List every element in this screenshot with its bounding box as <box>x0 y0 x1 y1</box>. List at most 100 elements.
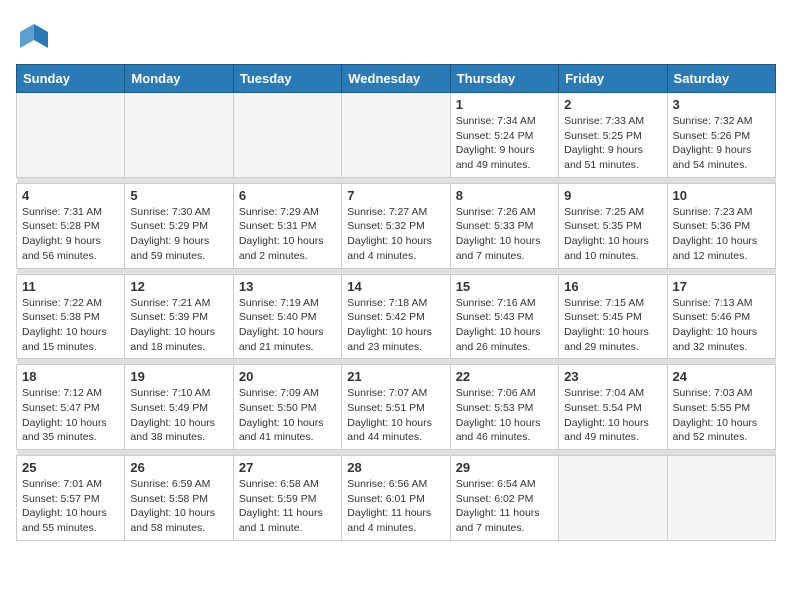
day-number: 20 <box>239 369 336 384</box>
calendar-cell: 5Sunrise: 7:30 AM Sunset: 5:29 PM Daylig… <box>125 183 233 268</box>
calendar-cell: 12 Sunrise: 7:21 AM Sunset: 5:39 PM Dayli… <box>125 274 233 359</box>
calendar-header-saturday: Saturday <box>667 65 775 93</box>
calendar-row-2: 11Sunrise: 7:22 AM Sunset: 5:38 PM Dayli… <box>17 274 776 359</box>
day-detail: Sunrise: 7:25 AM Sunset: 5:35 PM Dayligh… <box>564 205 661 264</box>
calendar-header-row: SundayMondayTuesdayWednesdayThursdayFrid… <box>17 65 776 93</box>
logo-icon <box>16 20 52 56</box>
day-number: 7 <box>347 188 444 203</box>
day-detail: Sunrise: 7:32 AM Sunset: 5:26 PM Dayligh… <box>673 114 770 173</box>
logo <box>16 20 56 56</box>
day-number: 6 <box>239 188 336 203</box>
day-detail: Sunrise: 6:58 AM Sunset: 5:59 PM Dayligh… <box>239 477 336 536</box>
calendar-cell: 21Sunrise: 7:07 AM Sunset: 5:51 PM Dayli… <box>342 365 450 450</box>
day-number: 21 <box>347 369 444 384</box>
day-detail: Sunrise: 7:33 AM Sunset: 5:25 PM Dayligh… <box>564 114 661 173</box>
day-number: 17 <box>673 279 770 294</box>
calendar-row-4: 25 Sunrise: 7:01 AM Sunset: 5:57 PM Dayli… <box>17 456 776 541</box>
day-detail: Sunrise: 7:23 AM Sunset: 5:36 PM Dayligh… <box>673 205 770 264</box>
calendar-cell: 29 Sunrise: 6:54 AM Sunset: 6:02 PM Dayli… <box>450 456 558 541</box>
page-header <box>16 16 776 56</box>
calendar-cell <box>17 93 125 178</box>
calendar-cell: 2 Sunrise: 7:33 AM Sunset: 5:25 PM Daylig… <box>559 93 667 178</box>
day-number: 13 <box>239 279 336 294</box>
day-number: 9 <box>564 188 661 203</box>
calendar-cell: 15 Sunrise: 7:16 AM Sunset: 5:43 PM Dayli… <box>450 274 558 359</box>
day-number: 16 <box>564 279 661 294</box>
day-detail: Sunrise: 7:29 AM Sunset: 5:31 PM Dayligh… <box>239 205 336 264</box>
calendar-cell: 11Sunrise: 7:22 AM Sunset: 5:38 PM Dayli… <box>17 274 125 359</box>
calendar-cell: 24 Sunrise: 7:03 AM Sunset: 5:55 PM Dayli… <box>667 365 775 450</box>
calendar-cell: 8 Sunrise: 7:26 AM Sunset: 5:33 PM Daylig… <box>450 183 558 268</box>
day-detail: Sunrise: 7:04 AM Sunset: 5:54 PM Dayligh… <box>564 386 661 445</box>
calendar-cell: 14 Sunrise: 7:18 AM Sunset: 5:42 PM Dayli… <box>342 274 450 359</box>
calendar-cell: 20 Sunrise: 7:09 AM Sunset: 5:50 PM Dayli… <box>233 365 341 450</box>
calendar-cell: 3 Sunrise: 7:32 AM Sunset: 5:26 PM Daylig… <box>667 93 775 178</box>
calendar-cell <box>125 93 233 178</box>
calendar-row-1: 4 Sunrise: 7:31 AM Sunset: 5:28 PM Daylig… <box>17 183 776 268</box>
calendar-cell: 19Sunrise: 7:10 AM Sunset: 5:49 PM Dayli… <box>125 365 233 450</box>
day-number: 2 <box>564 97 661 112</box>
calendar-header-tuesday: Tuesday <box>233 65 341 93</box>
calendar-header-sunday: Sunday <box>17 65 125 93</box>
calendar-header-thursday: Thursday <box>450 65 558 93</box>
day-number: 8 <box>456 188 553 203</box>
day-number: 4 <box>22 188 119 203</box>
calendar-cell: 4 Sunrise: 7:31 AM Sunset: 5:28 PM Daylig… <box>17 183 125 268</box>
day-number: 25 <box>22 460 119 475</box>
calendar-cell: 17 Sunrise: 7:13 AM Sunset: 5:46 PM Dayli… <box>667 274 775 359</box>
day-number: 26 <box>130 460 227 475</box>
day-number: 23 <box>564 369 661 384</box>
day-detail: Sunrise: 7:31 AM Sunset: 5:28 PM Dayligh… <box>22 205 119 264</box>
calendar-header-friday: Friday <box>559 65 667 93</box>
calendar-cell: 16 Sunrise: 7:15 AM Sunset: 5:45 PM Dayli… <box>559 274 667 359</box>
calendar-cell: 10 Sunrise: 7:23 AM Sunset: 5:36 PM Dayli… <box>667 183 775 268</box>
day-detail: Sunrise: 7:30 AM Sunset: 5:29 PM Dayligh… <box>130 205 227 264</box>
day-detail: Sunrise: 7:27 AM Sunset: 5:32 PM Dayligh… <box>347 205 444 264</box>
day-number: 22 <box>456 369 553 384</box>
calendar-cell: 1 Sunrise: 7:34 AM Sunset: 5:24 PM Daylig… <box>450 93 558 178</box>
day-detail: Sunrise: 7:26 AM Sunset: 5:33 PM Dayligh… <box>456 205 553 264</box>
day-detail: Sunrise: 7:22 AM Sunset: 5:38 PM Dayligh… <box>22 296 119 355</box>
day-detail: Sunrise: 7:03 AM Sunset: 5:55 PM Dayligh… <box>673 386 770 445</box>
calendar-cell <box>342 93 450 178</box>
calendar-cell: 28 Sunrise: 6:56 AM Sunset: 6:01 PM Dayli… <box>342 456 450 541</box>
calendar-header-wednesday: Wednesday <box>342 65 450 93</box>
day-detail: Sunrise: 7:12 AM Sunset: 5:47 PM Dayligh… <box>22 386 119 445</box>
calendar-row-0: 1 Sunrise: 7:34 AM Sunset: 5:24 PM Daylig… <box>17 93 776 178</box>
calendar-cell: 22Sunrise: 7:06 AM Sunset: 5:53 PM Dayli… <box>450 365 558 450</box>
day-number: 24 <box>673 369 770 384</box>
calendar-cell <box>667 456 775 541</box>
calendar-row-3: 18 Sunrise: 7:12 AM Sunset: 5:47 PM Dayli… <box>17 365 776 450</box>
calendar-cell: 6 Sunrise: 7:29 AM Sunset: 5:31 PM Daylig… <box>233 183 341 268</box>
day-detail: Sunrise: 7:13 AM Sunset: 5:46 PM Dayligh… <box>673 296 770 355</box>
calendar-cell: 9 Sunrise: 7:25 AM Sunset: 5:35 PM Daylig… <box>559 183 667 268</box>
day-number: 12 <box>130 279 227 294</box>
calendar-header-monday: Monday <box>125 65 233 93</box>
day-detail: Sunrise: 7:09 AM Sunset: 5:50 PM Dayligh… <box>239 386 336 445</box>
day-number: 1 <box>456 97 553 112</box>
day-detail: Sunrise: 7:34 AM Sunset: 5:24 PM Dayligh… <box>456 114 553 173</box>
day-detail: Sunrise: 7:15 AM Sunset: 5:45 PM Dayligh… <box>564 296 661 355</box>
day-number: 15 <box>456 279 553 294</box>
day-detail: Sunrise: 7:21 AM Sunset: 5:39 PM Dayligh… <box>130 296 227 355</box>
day-number: 3 <box>673 97 770 112</box>
calendar-cell: 13Sunrise: 7:19 AM Sunset: 5:40 PM Dayli… <box>233 274 341 359</box>
day-detail: Sunrise: 7:01 AM Sunset: 5:57 PM Dayligh… <box>22 477 119 536</box>
day-number: 29 <box>456 460 553 475</box>
day-detail: Sunrise: 6:59 AM Sunset: 5:58 PM Dayligh… <box>130 477 227 536</box>
calendar-cell: 7 Sunrise: 7:27 AM Sunset: 5:32 PM Daylig… <box>342 183 450 268</box>
day-detail: Sunrise: 7:16 AM Sunset: 5:43 PM Dayligh… <box>456 296 553 355</box>
calendar-table: SundayMondayTuesdayWednesdayThursdayFrid… <box>16 64 776 541</box>
day-detail: Sunrise: 7:18 AM Sunset: 5:42 PM Dayligh… <box>347 296 444 355</box>
calendar-cell: 25 Sunrise: 7:01 AM Sunset: 5:57 PM Dayli… <box>17 456 125 541</box>
calendar-cell: 18 Sunrise: 7:12 AM Sunset: 5:47 PM Dayli… <box>17 365 125 450</box>
day-number: 10 <box>673 188 770 203</box>
day-number: 28 <box>347 460 444 475</box>
day-detail: Sunrise: 6:54 AM Sunset: 6:02 PM Dayligh… <box>456 477 553 536</box>
day-detail: Sunrise: 7:10 AM Sunset: 5:49 PM Dayligh… <box>130 386 227 445</box>
day-number: 14 <box>347 279 444 294</box>
calendar-cell <box>233 93 341 178</box>
day-number: 27 <box>239 460 336 475</box>
day-number: 18 <box>22 369 119 384</box>
day-detail: Sunrise: 6:56 AM Sunset: 6:01 PM Dayligh… <box>347 477 444 536</box>
